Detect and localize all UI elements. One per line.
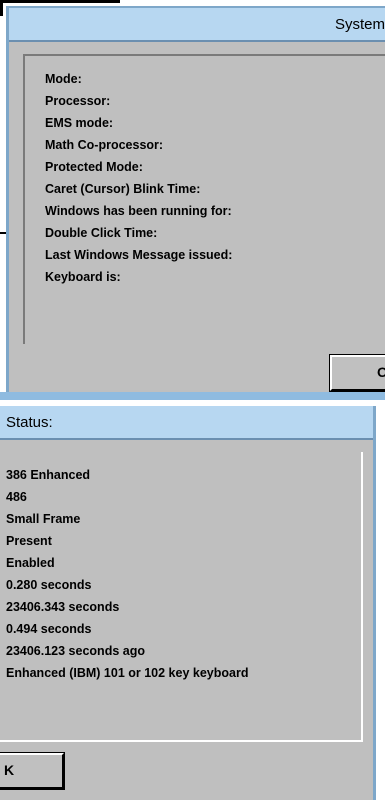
value-mode: 386 Enhanced: [6, 468, 91, 482]
value-processor: 486: [6, 490, 27, 504]
system-dialog-window: System Mode: Processor: EMS mode: Math C…: [6, 6, 385, 400]
dialog-titlebar[interactable]: System: [9, 8, 385, 42]
value-math-coprocessor: Present: [6, 534, 52, 548]
info-labels-panel: Mode: Processor: EMS mode: Math Co-proce…: [23, 54, 385, 344]
dialog-fragment-left: System Mode: Processor: EMS mode: Math C…: [0, 0, 385, 400]
ok-button[interactable]: K: [0, 753, 64, 789]
info-values-panel: 386 Enhanced 486 Small Frame Present Ena…: [0, 452, 363, 742]
window-edge-strip: [0, 392, 385, 400]
label-last-windows-message: Last Windows Message issued:: [45, 248, 233, 262]
value-protected-mode: Enabled: [6, 556, 55, 570]
value-caret-blink-time: 0.280 seconds: [6, 578, 92, 592]
value-windows-running-for: 23406.343 seconds: [6, 600, 120, 614]
value-last-windows-message: 23406.123 seconds ago: [6, 644, 145, 658]
dialog-title: Status:: [6, 414, 53, 431]
ok-button[interactable]: O: [330, 355, 385, 391]
info-values-list: 386 Enhanced 486 Small Frame Present Ena…: [6, 464, 248, 684]
status-dialog-window: Status: 386 Enhanced 486 Small Frame Pre…: [0, 406, 376, 800]
value-keyboard: Enhanced (IBM) 101 or 102 key keyboard: [6, 666, 249, 680]
label-protected-mode: Protected Mode:: [45, 160, 143, 174]
window-edge-line: [0, 0, 3, 16]
label-caret-blink-time: Caret (Cursor) Blink Time:: [45, 182, 201, 196]
value-ems-mode: Small Frame: [6, 512, 81, 526]
dialog-title: System: [334, 16, 385, 33]
label-math-coprocessor: Math Co-processor:: [45, 138, 164, 152]
label-mode: Mode:: [45, 72, 82, 86]
label-keyboard: Keyboard is:: [45, 270, 121, 284]
label-ems-mode: EMS mode:: [45, 116, 114, 130]
info-labels-list: Mode: Processor: EMS mode: Math Co-proce…: [45, 68, 232, 288]
label-windows-running-for: Windows has been running for:: [45, 204, 232, 218]
label-double-click-time: Double Click Time:: [45, 226, 158, 240]
dialog-titlebar[interactable]: Status:: [0, 406, 373, 440]
window-edge-line: [0, 0, 120, 3]
value-double-click-time: 0.494 seconds: [6, 622, 92, 636]
label-processor: Processor:: [45, 94, 111, 108]
dialog-fragment-right: Status: 386 Enhanced 486 Small Frame Pre…: [0, 400, 385, 800]
